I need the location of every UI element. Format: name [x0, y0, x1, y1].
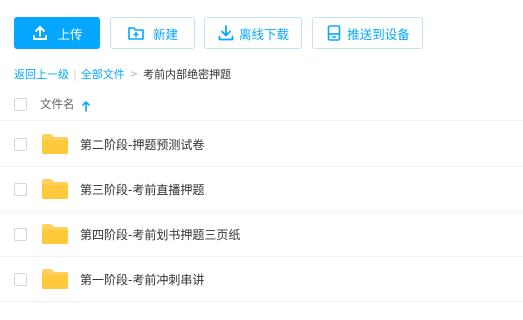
folder-icon	[41, 178, 69, 200]
breadcrumb-current: 考前内部绝密押题	[143, 68, 232, 81]
item-name[interactable]: 第三阶段-考前直播押题	[80, 181, 204, 198]
folder-icon	[41, 268, 69, 290]
device-icon	[325, 24, 343, 42]
list-item[interactable]: 第二阶段-押题预测试卷	[0, 122, 523, 167]
push-to-device-button[interactable]: 推送到设备	[312, 17, 423, 49]
upload-label: 上传	[57, 26, 83, 42]
folder-icon	[41, 133, 69, 155]
new-label: 新建	[152, 26, 178, 42]
list-header: 文件名	[0, 88, 523, 121]
list-item[interactable]: 第四阶段-考前划书押题三页纸	[0, 212, 523, 257]
row-checkbox[interactable]	[14, 182, 27, 196]
row-checkbox[interactable]	[14, 272, 27, 286]
upload-icon	[31, 24, 49, 42]
new-button[interactable]: 新建	[110, 17, 195, 49]
list-item[interactable]: 第三阶段-考前直播押题	[0, 167, 523, 212]
folder-icon	[41, 223, 69, 245]
item-name[interactable]: 第一阶段-考前冲刺串讲	[80, 271, 204, 288]
push-to-device-label: 推送到设备	[347, 26, 410, 42]
offline-download-label: 离线下载	[238, 26, 289, 42]
column-header-filename[interactable]: 文件名	[40, 96, 75, 112]
breadcrumb-separator: |	[73, 67, 77, 81]
arrow-up-icon[interactable]	[81, 97, 91, 112]
item-name[interactable]: 第二阶段-押题预测试卷	[80, 136, 204, 153]
download-icon	[217, 24, 235, 42]
breadcrumb-back-link[interactable]: 返回上一级	[14, 66, 69, 82]
list-item[interactable]: 第一阶段-考前冲刺串讲	[0, 257, 523, 302]
breadcrumb-arrow: >	[129, 68, 139, 80]
breadcrumb-all-files-link[interactable]: 全部文件	[81, 66, 125, 82]
row-checkbox[interactable]	[14, 227, 27, 241]
breadcrumb: 返回上一级 | 全部文件 > 考前内部绝密押题	[14, 66, 231, 82]
row-checkbox[interactable]	[14, 137, 27, 151]
item-name[interactable]: 第四阶段-考前划书押题三页纸	[80, 226, 240, 243]
upload-button[interactable]: 上传	[14, 17, 100, 49]
offline-download-button[interactable]: 离线下载	[204, 17, 302, 49]
select-all-checkbox[interactable]	[14, 97, 27, 111]
new-folder-icon	[127, 24, 145, 42]
